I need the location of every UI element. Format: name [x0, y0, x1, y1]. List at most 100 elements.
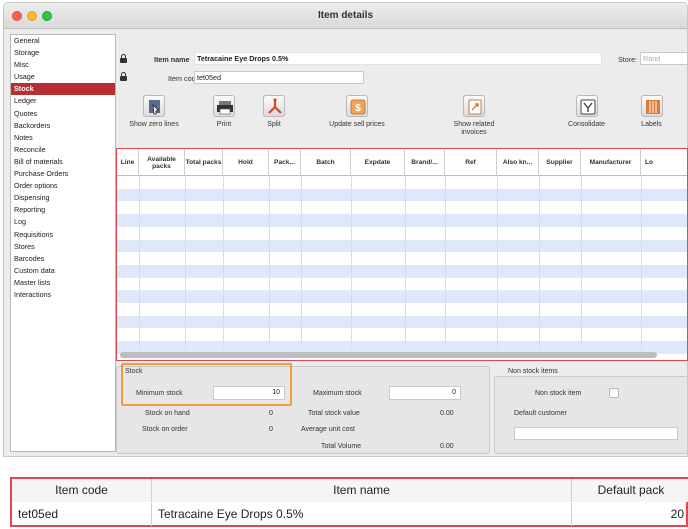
column-header-total-packs[interactable]: Total packs — [185, 149, 223, 176]
maximum-stock-field[interactable]: 0 — [389, 386, 461, 400]
sidebar-item-ledger[interactable]: Ledger — [11, 95, 115, 107]
item-name-lock-icon[interactable] — [120, 54, 127, 63]
sheet-header-row: Item code Item name Default pack — [12, 479, 688, 502]
table-row[interactable] — [117, 290, 687, 303]
sidebar-item-master-lists[interactable]: Master lists — [11, 277, 115, 289]
column-divider — [139, 176, 140, 348]
horizontal-scrollbar[interactable] — [120, 352, 657, 358]
table-row[interactable] — [117, 188, 687, 202]
store-field[interactable]: Rand — [640, 52, 687, 65]
sheet-header-item-code[interactable]: Item code — [12, 479, 152, 502]
table-row[interactable] — [117, 176, 687, 189]
column-header-line[interactable]: Line — [117, 149, 139, 176]
sidebar-item-general[interactable]: General — [11, 35, 115, 47]
sidebar-item-reconcile[interactable]: Reconcile — [11, 144, 115, 156]
table-row[interactable] — [117, 303, 687, 316]
minimum-stock-field[interactable]: 10 — [213, 386, 285, 400]
table-row[interactable] — [117, 214, 687, 227]
sidebar-item-quotes[interactable]: Quotes — [11, 108, 115, 120]
table-row[interactable] — [117, 278, 687, 291]
sidebar-item-log[interactable]: Log — [11, 216, 115, 228]
sidebar-item-notes[interactable]: Notes — [11, 132, 115, 144]
stock-on-hand-label: Stock on hand — [145, 410, 190, 417]
column-header-expdate[interactable]: Expdate — [351, 149, 405, 176]
show-zero-lines-button[interactable]: Show zero lines — [124, 95, 184, 129]
stock-on-hand-value: 0 — [269, 410, 273, 417]
sidebar-item-custom-data[interactable]: Custom data — [11, 265, 115, 277]
column-header-available-packs[interactable]: Available packs — [139, 149, 185, 176]
table-row[interactable] — [117, 227, 687, 240]
column-header-ref[interactable]: Ref — [445, 149, 497, 176]
column-header-pack[interactable]: Pack... — [269, 149, 301, 176]
sidebar-item-stock[interactable]: Stock — [11, 83, 115, 96]
consolidate-button[interactable]: Consolidate — [559, 95, 614, 129]
non-stock-item-checkbox[interactable] — [609, 388, 619, 398]
column-divider — [445, 176, 446, 348]
sheet-header-item-name[interactable]: Item name — [152, 479, 572, 502]
title-bar: Item details — [4, 3, 687, 29]
column-header-brand[interactable]: Brand/... — [405, 149, 445, 176]
sidebar-item-requisitions[interactable]: Requisitions — [11, 229, 115, 241]
table-row[interactable] — [117, 239, 687, 253]
show-related-invoices-button[interactable]: Show related invoices — [444, 95, 504, 137]
sidebar-item-dispensing[interactable]: Dispensing — [11, 192, 115, 204]
column-divider — [185, 176, 186, 348]
column-header-supplier[interactable]: Supplier — [539, 149, 581, 176]
column-header-location[interactable]: Lo — [641, 149, 687, 176]
sheet-header-default-pack[interactable]: Default pack — [572, 479, 688, 502]
minimum-stock-label: Minimum stock — [136, 390, 183, 397]
sidebar-item-interactions[interactable]: Interactions — [11, 289, 115, 301]
printer-icon — [213, 95, 235, 117]
related-invoices-icon — [463, 95, 485, 117]
sheet-cell-default-pack[interactable]: 20 — [572, 503, 688, 526]
table-row[interactable] — [117, 328, 687, 341]
sidebar-item-storage[interactable]: Storage — [11, 47, 115, 59]
sidebar-item-stores[interactable]: Stores — [11, 241, 115, 253]
sheet-cell-item-code[interactable]: tet05ed — [12, 503, 152, 526]
sidebar-item-usage[interactable]: Usage — [11, 71, 115, 83]
sidebar-item-order-options[interactable]: Order options — [11, 180, 115, 192]
column-header-batch[interactable]: Batch — [301, 149, 351, 176]
sidebar-item-bill-of-materials[interactable]: Bill of materials — [11, 156, 115, 168]
stock-on-order-label: Stock on order — [142, 426, 188, 433]
sheet-cell-item-name[interactable]: Tetracaine Eye Drops 0.5% — [152, 503, 572, 526]
sidebar-item-misc[interactable]: Misc — [11, 59, 115, 71]
column-divider — [351, 176, 352, 348]
total-stock-value-value: 0.00 — [440, 410, 454, 417]
column-header-hold[interactable]: Hold — [223, 149, 269, 176]
default-customer-field[interactable] — [514, 427, 678, 440]
sidebar-item-purchase-orders[interactable]: Purchase Orders — [11, 168, 115, 180]
table-row[interactable] — [117, 315, 687, 329]
sidebar-item-reporting[interactable]: Reporting — [11, 204, 115, 216]
stock-lines-table[interactable]: Line Available packs Total packs Hold Pa… — [116, 148, 688, 361]
total-stock-value-label: Total stock value — [308, 410, 360, 417]
column-divider — [497, 176, 498, 348]
column-divider — [641, 176, 642, 348]
item-code-lock-icon[interactable] — [120, 72, 127, 81]
store-label: Store: — [618, 55, 638, 64]
labels-icon — [640, 95, 663, 117]
column-header-manufacturer[interactable]: Manufacturer — [581, 149, 641, 176]
table-row[interactable] — [117, 201, 687, 214]
split-icon — [263, 95, 285, 117]
show-zero-lines-icon — [143, 95, 165, 117]
default-customer-label: Default customer — [514, 410, 567, 417]
total-volume-value: 0.00 — [440, 443, 454, 450]
table-row[interactable] — [117, 264, 687, 278]
column-divider — [301, 176, 302, 348]
column-header-also-known-as[interactable]: Also kn... — [497, 149, 539, 176]
update-sell-prices-button[interactable]: $ Update sell prices — [312, 95, 402, 129]
maximum-stock-label: Maximum stock — [313, 390, 362, 397]
item-code-field[interactable]: tet05ed — [194, 71, 364, 84]
table-row[interactable] — [117, 252, 687, 265]
non-stock-panel-title: Non stock items — [508, 368, 558, 375]
print-button[interactable]: Print — [204, 95, 244, 129]
split-button[interactable]: Split — [254, 95, 294, 129]
update-prices-icon: $ — [346, 95, 368, 117]
item-name-field[interactable]: Tetracaine Eye Drops 0.5% — [194, 52, 602, 65]
sidebar-item-backorders[interactable]: Backorders — [11, 120, 115, 132]
column-divider — [405, 176, 406, 348]
sidebar-item-barcodes[interactable]: Barcodes — [11, 253, 115, 265]
average-unit-cost-label: Average unit cost — [301, 426, 355, 433]
labels-button[interactable]: Labels — [624, 95, 679, 129]
